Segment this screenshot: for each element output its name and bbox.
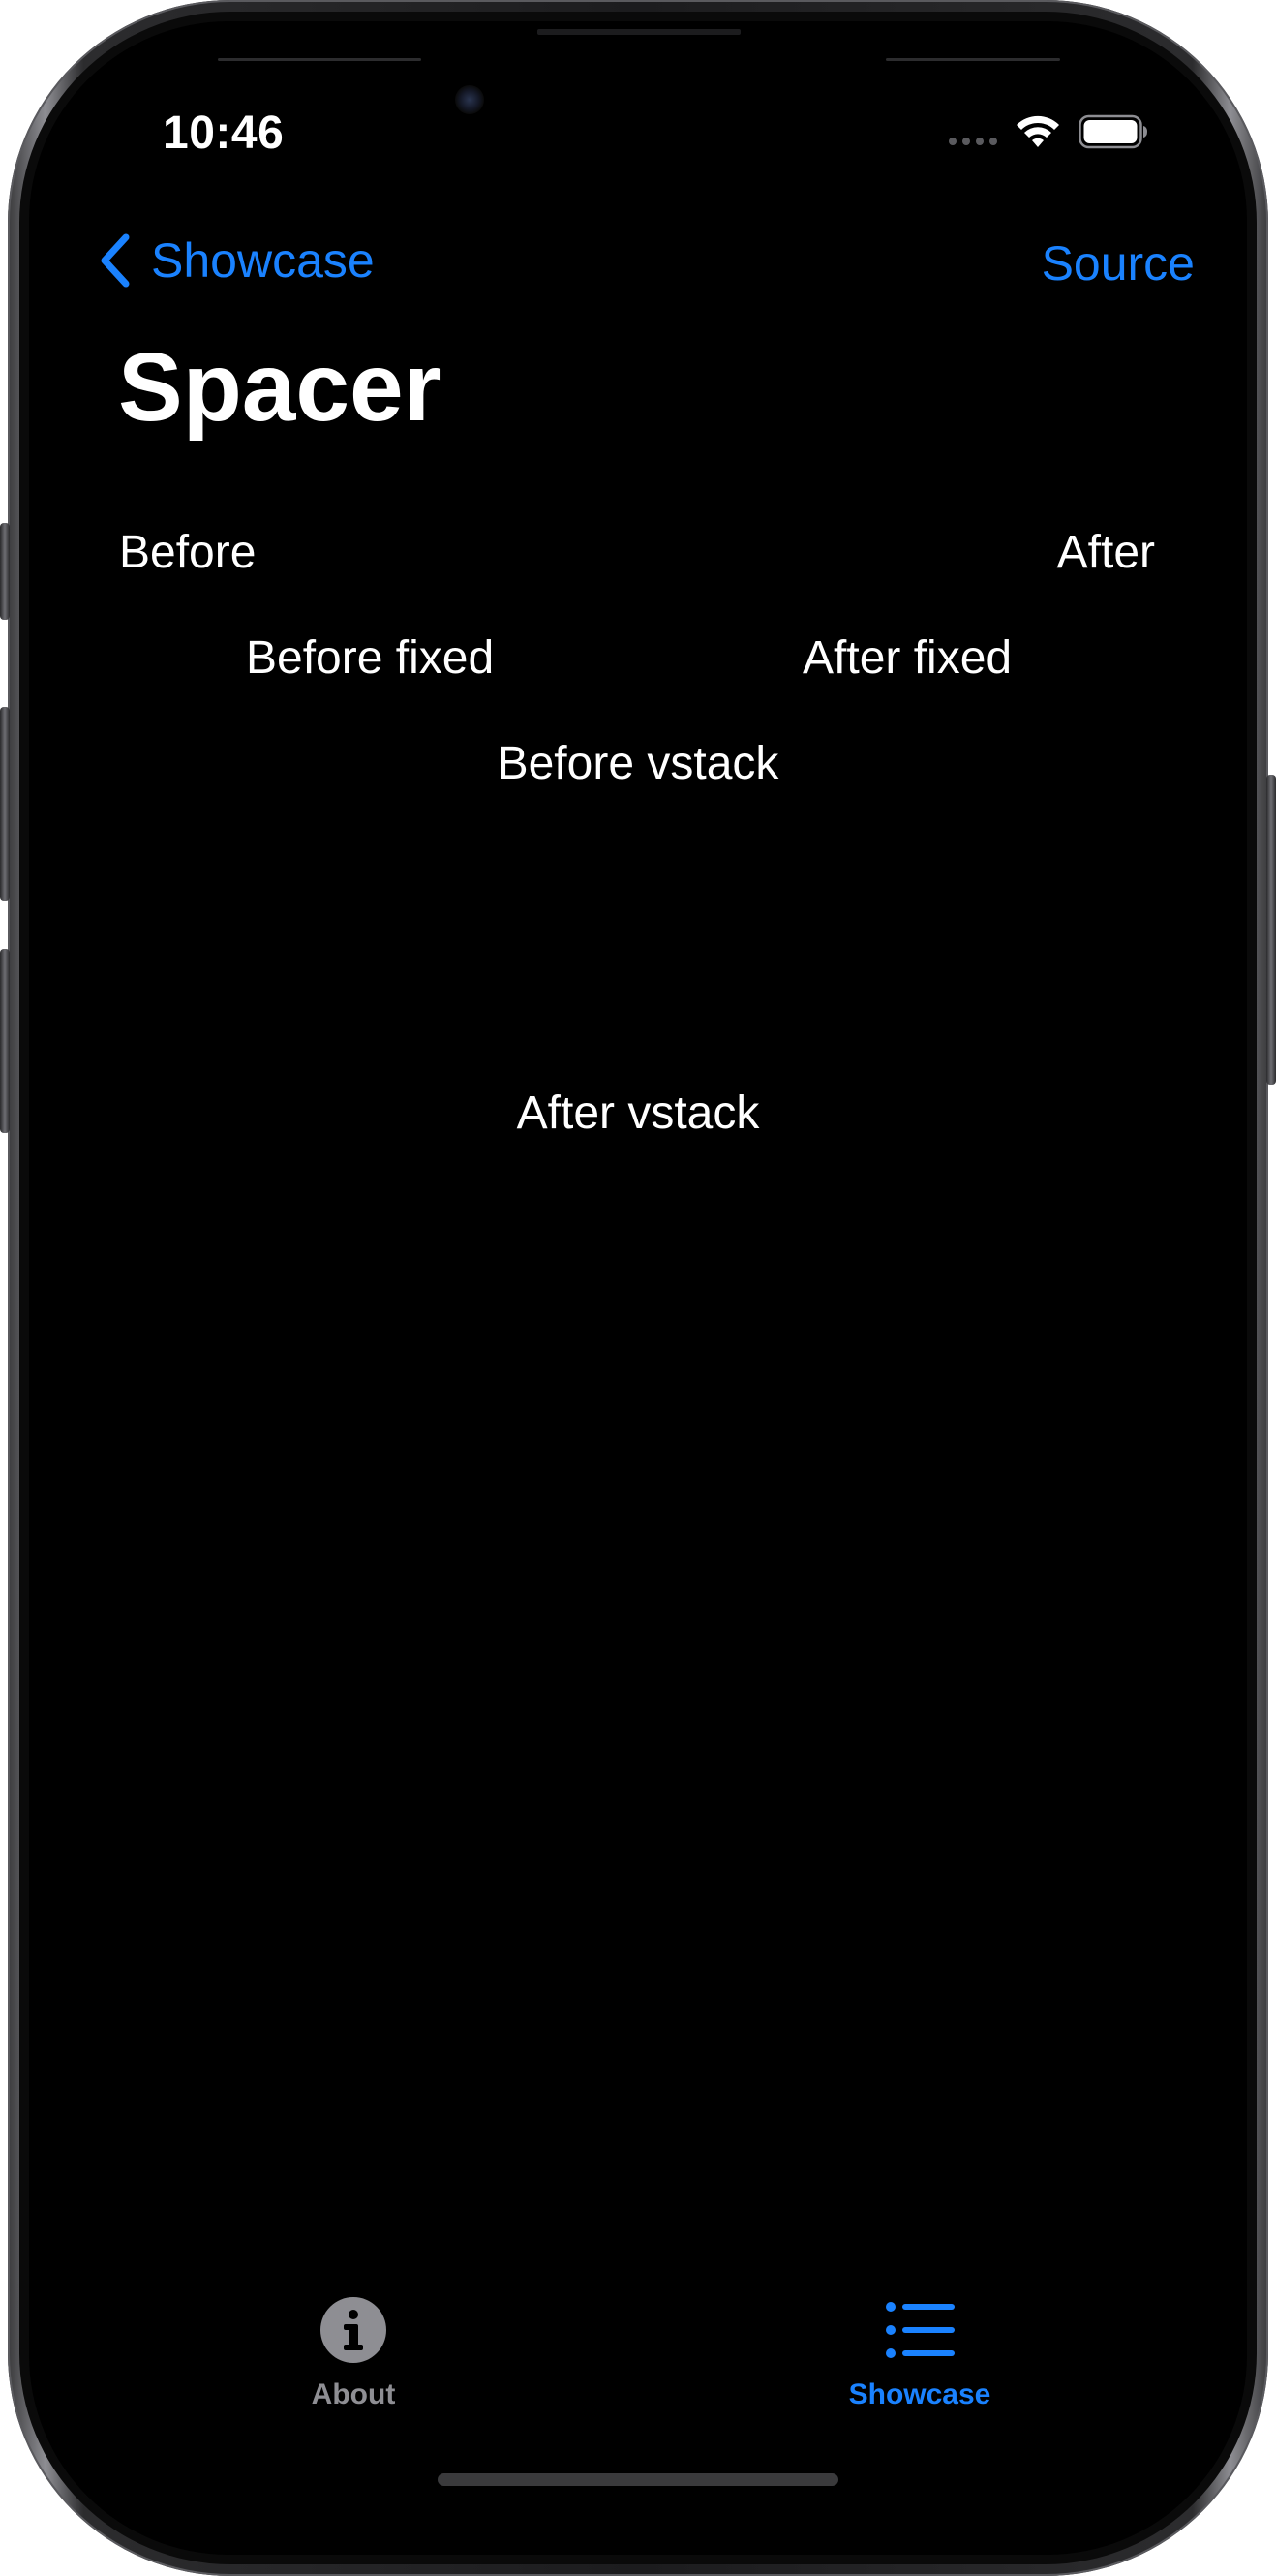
battery-icon (1079, 114, 1147, 149)
earpiece (537, 29, 741, 35)
action-button (0, 523, 10, 620)
back-button-label: Showcase (151, 233, 375, 288)
tab-about-label: About (311, 2378, 396, 2410)
source-button[interactable]: Source (1042, 235, 1195, 291)
before-label: Before (119, 527, 257, 578)
status-time: 10:46 (163, 107, 285, 159)
volume-up-button (0, 707, 10, 901)
front-camera (455, 85, 484, 114)
antenna-line-right (886, 58, 1060, 61)
tab-about[interactable]: About (290, 2295, 416, 2411)
before-fixed-label: Before fixed (246, 632, 495, 684)
home-indicator[interactable] (438, 2473, 838, 2486)
page-title: Spacer (118, 333, 441, 442)
after-vstack-label: After vstack (516, 1088, 760, 1139)
phone-device: 10:46 Showcase Source Spacer Before Afte… (0, 0, 1276, 2576)
cellular-signal-icon (949, 138, 997, 145)
wifi-icon (1017, 115, 1059, 147)
after-fixed-label: After fixed (803, 632, 1013, 684)
before-vstack-label: Before vstack (497, 738, 779, 789)
back-button[interactable]: Showcase (97, 232, 375, 289)
chevron-left-icon (101, 233, 130, 288)
antenna-line-left (218, 58, 421, 61)
info-circle-icon (320, 2297, 386, 2363)
list-bullet-icon (886, 2302, 955, 2358)
tab-showcase[interactable]: Showcase (833, 2295, 1007, 2411)
after-label: After (1056, 527, 1155, 578)
tab-showcase-label: Showcase (848, 2378, 991, 2410)
power-button (1266, 775, 1276, 1085)
